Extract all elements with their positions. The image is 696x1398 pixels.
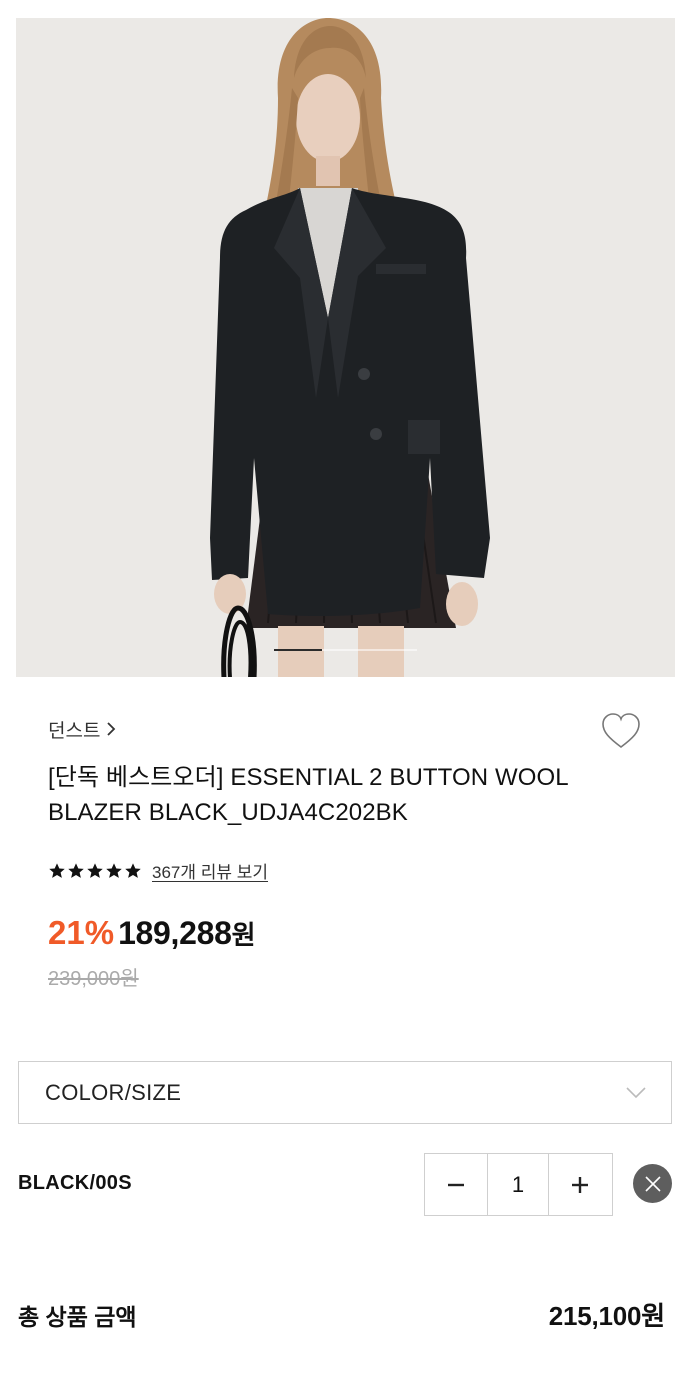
discount-rate: 21%	[48, 914, 115, 951]
review-link[interactable]: 367개 리뷰 보기	[152, 858, 268, 883]
product-image[interactable]	[16, 18, 675, 677]
plus-icon	[572, 1176, 588, 1193]
carousel-progress	[274, 649, 417, 651]
heart-icon	[602, 713, 640, 749]
remove-option-button[interactable]	[633, 1164, 672, 1203]
star-icon	[49, 862, 65, 878]
product-title: [단독 베스트오더] ESSENTIAL 2 BUTTON WOOL BLAZE…	[48, 764, 568, 826]
original-price: 239,000원	[48, 968, 139, 990]
quantity-input[interactable]: 1	[487, 1154, 549, 1215]
brand-link[interactable]: 던스트	[48, 716, 116, 743]
brand-name: 던스트	[48, 721, 101, 742]
selected-option-label: BLACK/00S	[18, 1172, 132, 1194]
chevron-right-icon	[107, 721, 116, 736]
close-icon	[644, 1175, 661, 1192]
decrease-quantity-button[interactable]	[425, 1154, 487, 1215]
product-photo	[16, 18, 675, 677]
price-row: 21% 189,288 원	[48, 914, 256, 952]
color-size-select[interactable]: COLOR/SIZE	[18, 1061, 672, 1124]
rating-stars	[48, 862, 142, 880]
star-icon	[106, 862, 122, 878]
increase-quantity-button[interactable]	[549, 1154, 611, 1215]
wishlist-button[interactable]	[599, 710, 643, 754]
quantity-stepper: 1	[424, 1153, 613, 1216]
star-icon	[87, 862, 103, 878]
rating-row: 367개 리뷰 보기	[48, 858, 268, 883]
total-label: 총 상품 금액	[18, 1304, 137, 1330]
price-unit: 원	[231, 920, 256, 950]
star-icon	[68, 862, 84, 878]
star-icon	[125, 862, 141, 878]
sale-price: 189,288	[118, 915, 232, 951]
minus-icon	[448, 1183, 464, 1186]
carousel-progress-fill	[274, 649, 322, 651]
chevron-down-icon	[626, 1086, 646, 1098]
select-placeholder: COLOR/SIZE	[45, 1079, 182, 1105]
total-value: 215,100원	[548, 1301, 666, 1331]
